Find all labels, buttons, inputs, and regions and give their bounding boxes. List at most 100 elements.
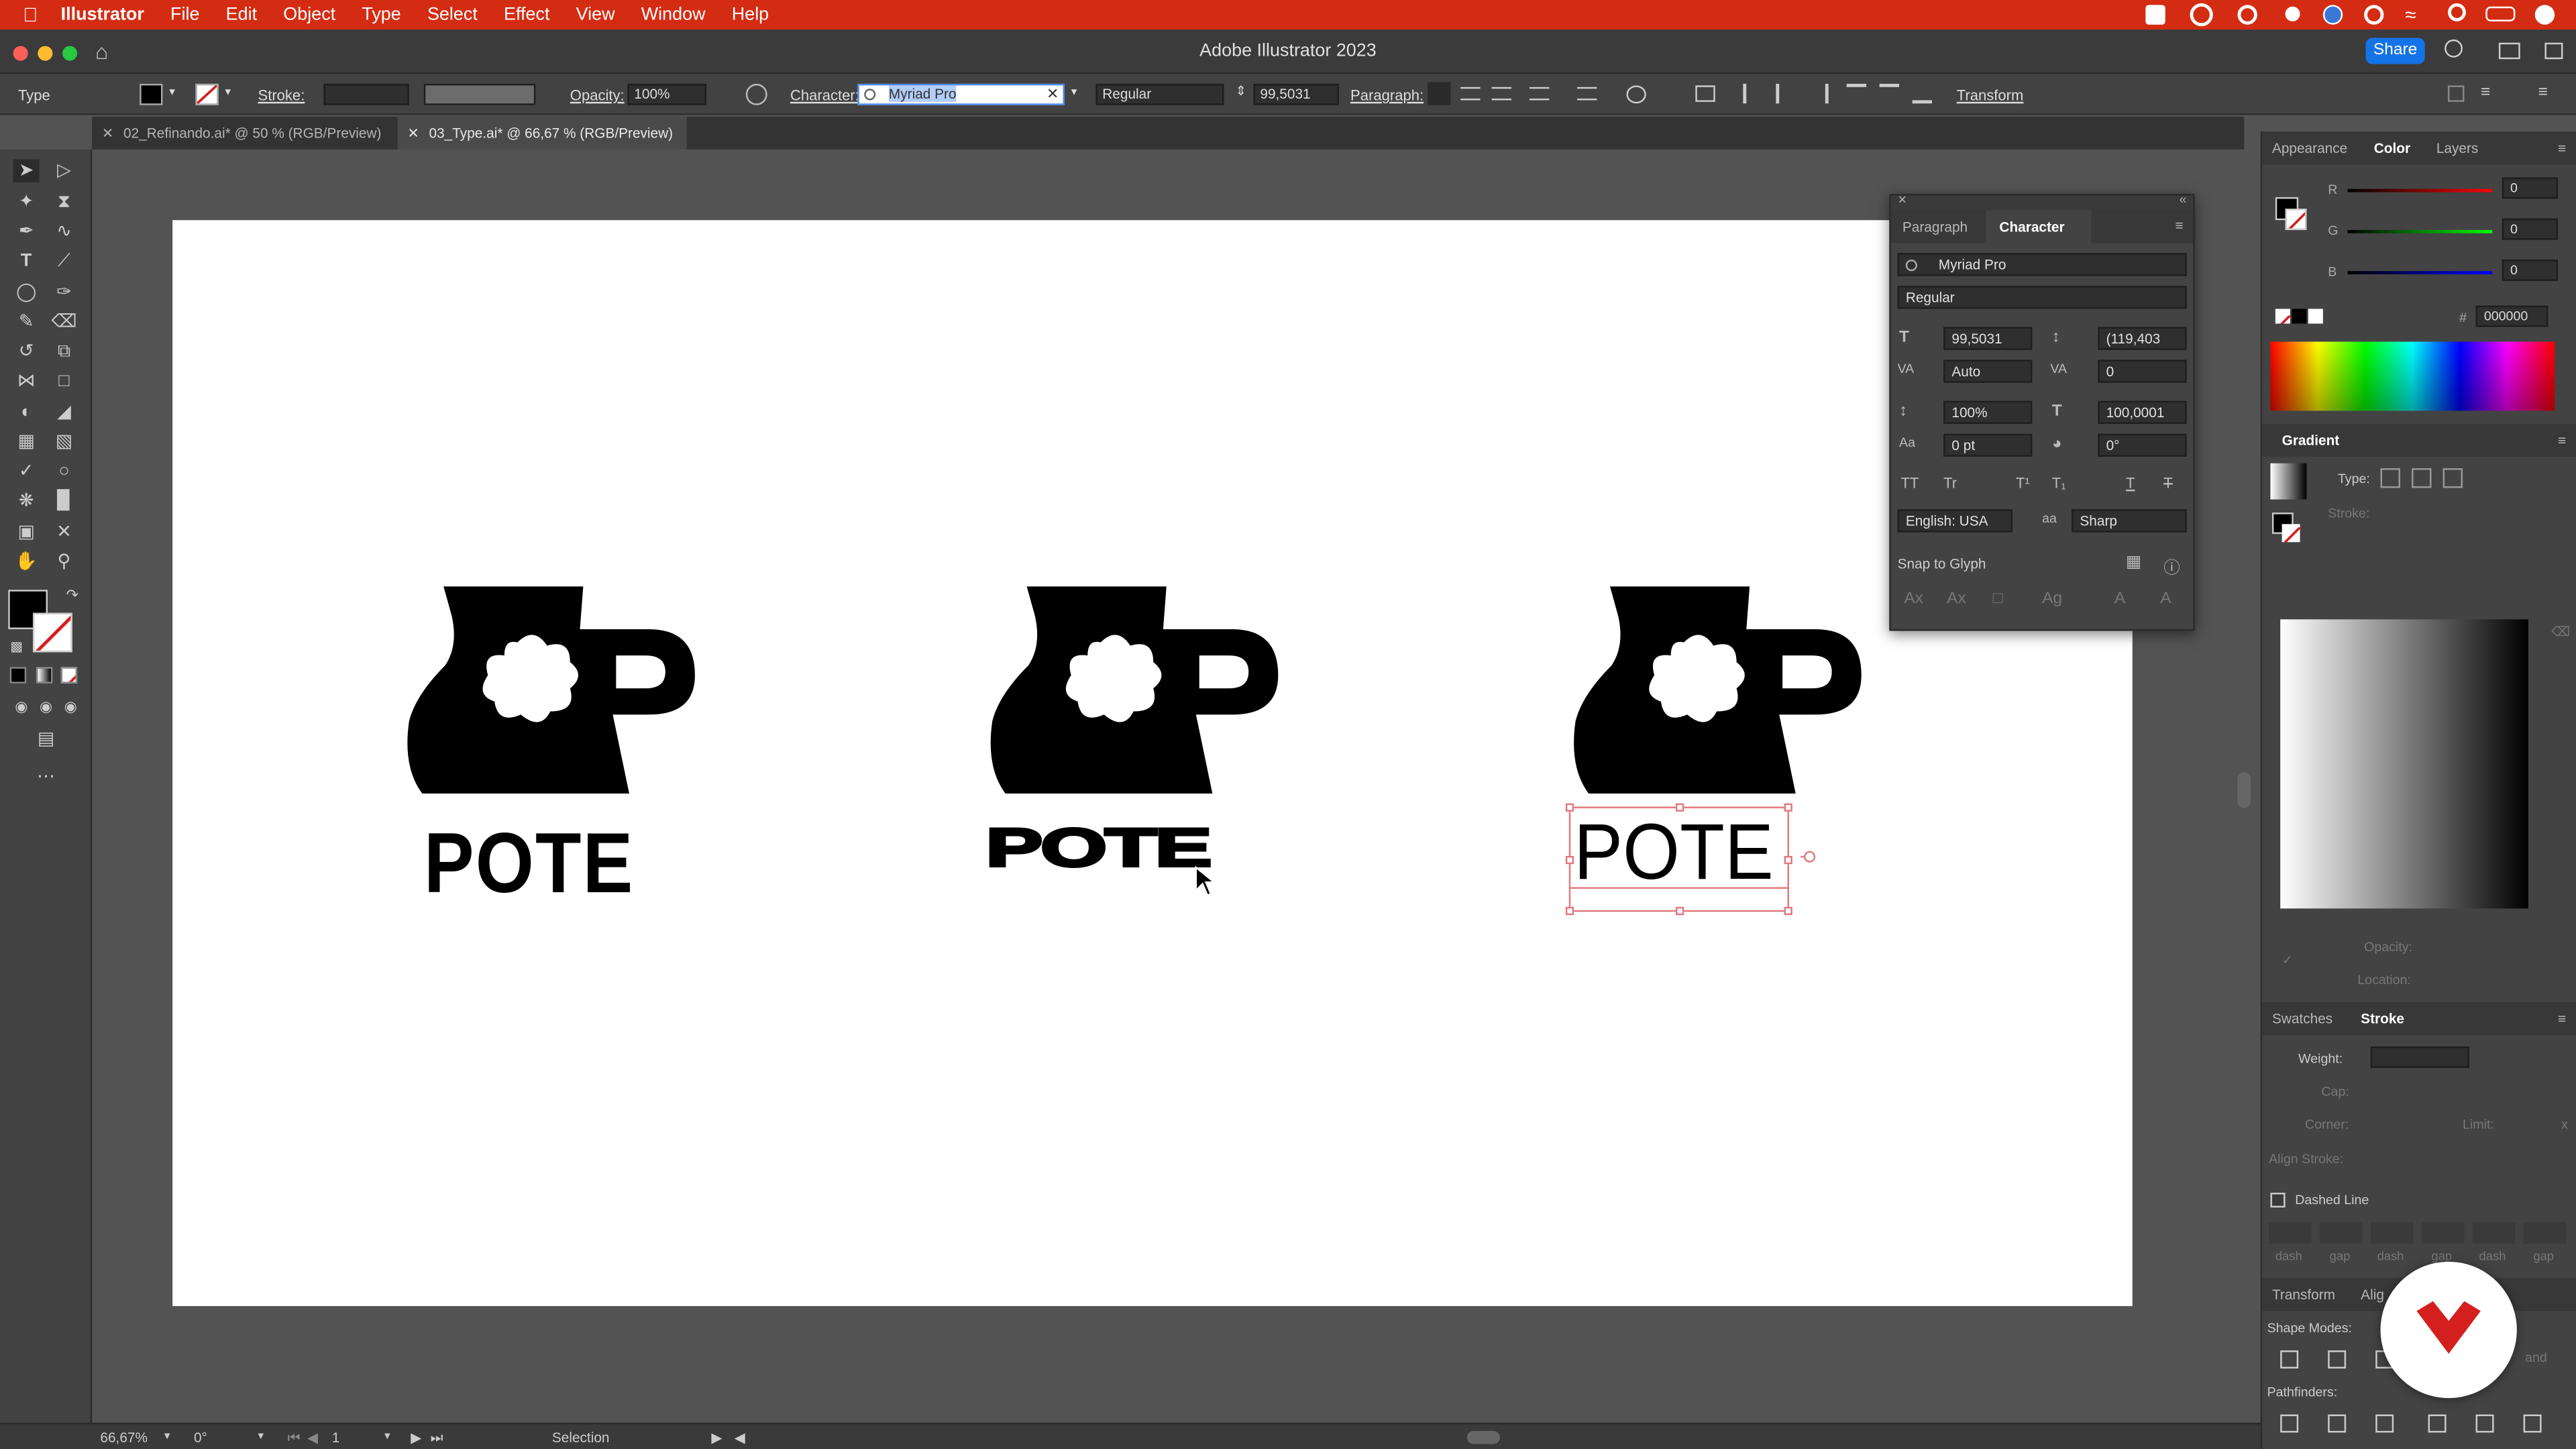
align-center-icon[interactable] (1460, 87, 1481, 101)
vertical-scrollbar[interactable] (2237, 772, 2251, 808)
gradient-mode-icon[interactable] (36, 667, 53, 684)
subscript-icon[interactable]: T₁ (2052, 475, 2066, 491)
gradient-title[interactable]: Gradient (2282, 432, 2340, 448)
stepper-icon[interactable]: ⇕ (1236, 84, 1246, 99)
tab-document-1[interactable]: ✕ 02_Refinando.ai* @ 50 % (RGB/Preview) (92, 117, 394, 150)
arrange-icon[interactable] (2544, 42, 2563, 60)
radial-gradient-icon[interactable] (2412, 468, 2432, 488)
language-select[interactable]: English: USA (1897, 509, 2013, 533)
tab-appearance[interactable]: Appearance (2272, 140, 2347, 156)
menu-type[interactable]: Type (362, 5, 400, 24)
eyedropper-tool-icon[interactable]: ✓ (13, 460, 40, 483)
character-rotation-field[interactable]: 0° (2098, 433, 2187, 457)
menu-app[interactable]: Illustrator (61, 5, 144, 24)
dash-field[interactable] (2472, 1222, 2516, 1244)
info-icon[interactable]: ⓘ (2163, 553, 2180, 578)
gear-icon[interactable] (2285, 6, 2300, 21)
pen-tool-icon[interactable]: ✒ (13, 220, 40, 243)
rotate-tool-icon[interactable]: ↺ (13, 340, 40, 363)
hex-value[interactable]: 000000 (2475, 305, 2548, 327)
snap-xheight-icon[interactable]: Ax (1947, 590, 1966, 608)
jug-icon[interactable] (985, 583, 1281, 796)
selection-bounding-box[interactable] (1565, 803, 1816, 916)
eyedropper-icon[interactable]: ✓ (2282, 953, 2293, 967)
panel-menu-icon[interactable]: ≡ (2558, 1010, 2566, 1026)
numbering-icon[interactable] (1577, 87, 1597, 101)
font-style-select[interactable]: Regular (1897, 286, 2187, 309)
line-tool-icon[interactable]: ⟋ (51, 250, 77, 272)
resize-handle[interactable] (1675, 906, 1684, 916)
panel-menu-icon[interactable]: ≡ (2176, 217, 2184, 233)
superscript-icon[interactable]: T¹ (2016, 475, 2030, 491)
airdrop-icon[interactable] (2364, 5, 2384, 25)
baseline-shift-field[interactable]: 0 pt (1943, 433, 2033, 457)
siri-icon[interactable] (2534, 5, 2555, 25)
lasso-tool-icon[interactable]: ⧗ (51, 191, 77, 213)
draw-normal-icon[interactable]: ◉ (8, 695, 34, 718)
zoom-level[interactable]: 66,67% (100, 1430, 148, 1446)
snap-bounds-icon[interactable]: □ (1993, 590, 2003, 608)
font-size-field[interactable]: 99,5031 (1253, 83, 1339, 105)
close-icon[interactable]: ✕ (1898, 194, 1907, 207)
chevron-down-icon[interactable]: ▾ (384, 1430, 390, 1442)
stroke-label[interactable]: Stroke: (258, 87, 305, 103)
kerning-field[interactable]: Auto (1943, 360, 2033, 383)
pote-text-condensed[interactable]: POTE (424, 821, 635, 906)
jug-icon[interactable] (402, 583, 698, 796)
align-v-center-icon[interactable] (1879, 83, 1900, 103)
draw-behind-icon[interactable]: ◉ (33, 695, 59, 718)
apple-icon[interactable]:  (23, 3, 38, 26)
opacity-field[interactable]: 100% (627, 83, 707, 105)
magic-wand-tool-icon[interactable]: ✦ (13, 191, 40, 213)
color-mode-icon[interactable] (9, 667, 27, 684)
unite-icon[interactable] (2280, 1350, 2299, 1369)
linear-gradient-icon[interactable] (2380, 468, 2400, 488)
tab-transform[interactable]: Transform (2272, 1287, 2335, 1303)
snap-glyph-icon[interactable]: ▦ (2126, 553, 2141, 572)
rotation-value[interactable]: 0° (194, 1430, 207, 1446)
prev-artboard-icon[interactable]: ◀ (307, 1430, 318, 1448)
resize-handle[interactable] (1565, 906, 1574, 916)
more-options-icon[interactable]: ≡ (2481, 84, 2490, 102)
minus-back-icon[interactable] (2523, 1414, 2542, 1433)
artboard-number[interactable]: 1 (332, 1430, 340, 1446)
font-search-input[interactable]: Myriad Pro (857, 83, 1065, 105)
align-bottom-icon[interactable] (1912, 84, 1933, 104)
color-spectrum[interactable] (2270, 341, 2555, 411)
green-value[interactable]: 0 (2502, 218, 2559, 240)
none-swatch[interactable] (2275, 309, 2290, 324)
draw-inside-icon[interactable]: ◉ (58, 695, 84, 718)
black-swatch[interactable] (2292, 309, 2307, 324)
chevron-down-icon[interactable]: ▾ (1071, 85, 1077, 99)
menu-window[interactable]: Window (641, 5, 706, 24)
column-graph-tool-icon[interactable]: ▉ (51, 490, 77, 513)
all-caps-icon[interactable]: TT (1900, 475, 1919, 491)
dash-field[interactable] (2370, 1222, 2414, 1244)
blend-tool-icon[interactable]: ○ (51, 460, 77, 483)
resize-handle[interactable] (1565, 855, 1574, 865)
workspace-icon[interactable] (2498, 42, 2520, 60)
puppet-warp-icon[interactable] (1626, 85, 1646, 104)
blue-value[interactable]: 0 (2502, 259, 2559, 281)
panel-drag-bar[interactable]: ✕ « (1890, 193, 2194, 211)
weight-field[interactable] (2370, 1046, 2469, 1068)
freeform-gradient-icon[interactable] (2443, 468, 2463, 488)
align-right-icon[interactable] (1491, 87, 1512, 101)
gradient-preview[interactable] (2280, 619, 2528, 909)
stroke-color-icon[interactable] (2285, 209, 2307, 230)
last-artboard-icon[interactable]: ⏭ (431, 1430, 443, 1448)
menu-icon[interactable]: ≡ (2538, 84, 2548, 102)
dash-field[interactable] (2269, 1222, 2312, 1244)
mesh-tool-icon[interactable]: ▦ (13, 431, 40, 453)
menu-help[interactable]: Help (732, 5, 769, 24)
underline-icon[interactable]: T (2126, 475, 2135, 491)
font-family-select[interactable]: Myriad Pro (1897, 253, 2187, 276)
tab-document-2[interactable]: ✕ 03_Type.ai* @ 66,67 % (RGB/Preview) (397, 116, 687, 150)
leading-field[interactable]: (119,403 (2098, 327, 2187, 350)
stroke-weight-field[interactable] (323, 83, 409, 105)
opacity-label[interactable]: Opacity: (570, 87, 625, 103)
artboard-tool-icon[interactable]: ▣ (13, 521, 40, 543)
pencil-tool-icon[interactable]: ✎ (13, 311, 40, 333)
blue-slider[interactable] (2347, 271, 2493, 274)
panel-menu-icon[interactable]: ≡ (2558, 432, 2566, 448)
